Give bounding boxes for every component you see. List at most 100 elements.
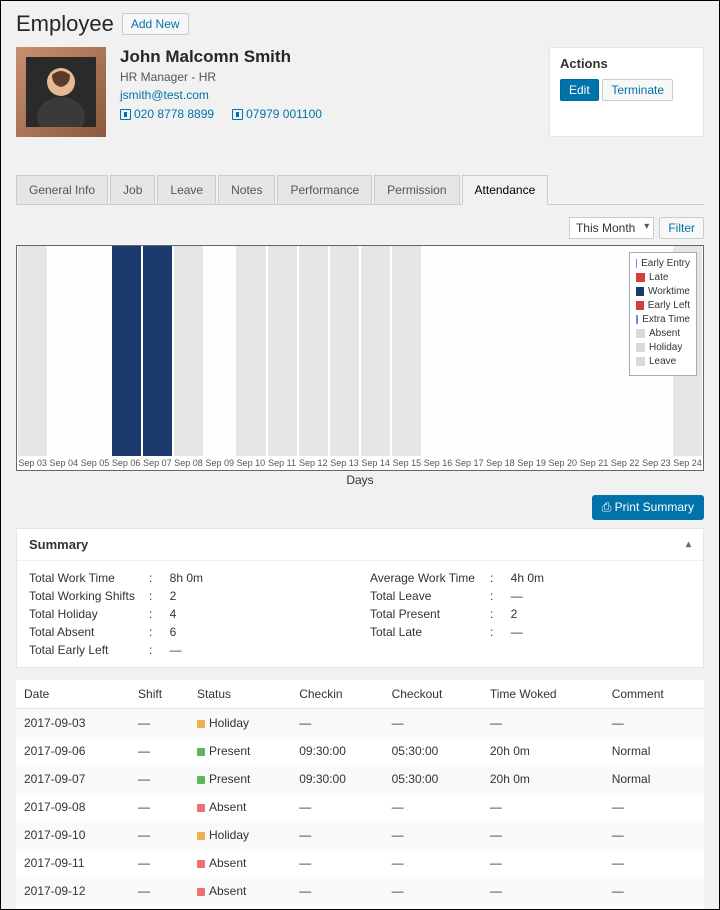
xaxis-tick: Sep 10	[235, 458, 266, 468]
legend-swatch	[636, 357, 645, 366]
tab-performance[interactable]: Performance	[277, 175, 372, 205]
table-header: Checkout	[384, 680, 482, 709]
chart-bar	[423, 246, 452, 456]
chart-bar	[486, 246, 515, 456]
legend-item: Holiday	[636, 342, 690, 353]
chart-bar	[361, 246, 390, 456]
employee-phone2-link[interactable]: 07979 001100	[246, 107, 322, 121]
status-dot	[197, 888, 205, 896]
status-dot	[197, 776, 205, 784]
summary-label: Total Holiday	[29, 607, 149, 621]
table-cell: —	[291, 877, 383, 905]
table-cell: —	[130, 737, 189, 765]
summary-row: Total Leave: —	[360, 587, 701, 605]
legend-label: Absent	[649, 328, 680, 339]
table-row: 2017-09-03—Holiday————	[16, 709, 704, 738]
legend-swatch	[636, 329, 645, 338]
table-cell: 2017-09-10	[16, 821, 130, 849]
employee-phone1-link[interactable]: 020 8778 8899	[134, 107, 214, 121]
table-cell: —	[291, 905, 383, 910]
chart-bar	[517, 246, 546, 456]
legend-swatch	[636, 273, 645, 282]
status-dot	[197, 832, 205, 840]
table-cell: —	[384, 709, 482, 738]
chart-legend: Early EntryLateWorktimeEarly LeftExtra T…	[629, 252, 697, 376]
table-cell: —	[482, 709, 604, 738]
chart-bar	[299, 246, 328, 456]
summary-value: 8h 0m	[163, 571, 203, 585]
xaxis-tick: Sep 08	[173, 458, 204, 468]
chart-bar	[236, 246, 265, 456]
table-cell: 2017-09-12	[16, 877, 130, 905]
summary-label: Total Working Shifts	[29, 589, 149, 603]
attendance-chart: Early EntryLateWorktimeEarly LeftExtra T…	[16, 245, 704, 471]
summary-row: Total Early Left: —	[19, 641, 360, 659]
table-cell: Normal	[604, 765, 704, 793]
table-cell: —	[604, 877, 704, 905]
chart-bar	[330, 246, 359, 456]
table-row: 2017-09-13—Absent————	[16, 905, 704, 910]
table-cell: —	[130, 765, 189, 793]
actions-title: Actions	[560, 56, 693, 71]
tab-leave[interactable]: Leave	[157, 175, 216, 205]
table-row: 2017-09-08—Absent————	[16, 793, 704, 821]
summary-row: Total Absent: 6	[19, 623, 360, 641]
table-header: Checkin	[291, 680, 383, 709]
table-cell: —	[384, 877, 482, 905]
terminate-button[interactable]: Terminate	[602, 79, 673, 101]
summary-row: Total Holiday: 4	[19, 605, 360, 623]
print-summary-button[interactable]: ⎙ Print Summary	[592, 495, 704, 520]
add-new-button[interactable]: Add New	[122, 13, 189, 35]
chart-bar	[392, 246, 421, 456]
xaxis-tick: Sep 14	[360, 458, 391, 468]
table-row: 2017-09-07—Present09:30:0005:30:0020h 0m…	[16, 765, 704, 793]
summary-value: —	[163, 643, 182, 657]
legend-swatch	[636, 259, 637, 268]
legend-item: Early Left	[636, 300, 690, 311]
employee-email-link[interactable]: jsmith@test.com	[120, 88, 209, 102]
tab-notes[interactable]: Notes	[218, 175, 275, 205]
tab-general-info[interactable]: General Info	[16, 175, 108, 205]
tab-job[interactable]: Job	[110, 175, 155, 205]
table-header: Comment	[604, 680, 704, 709]
table-cell: —	[130, 849, 189, 877]
edit-button[interactable]: Edit	[560, 79, 599, 101]
xaxis-tick: Sep 04	[48, 458, 79, 468]
summary-label: Total Early Left	[29, 643, 149, 657]
summary-title: Summary	[29, 537, 88, 552]
print-summary-label: Print Summary	[615, 500, 694, 514]
table-cell: —	[604, 905, 704, 910]
date-range-select[interactable]: This Month	[569, 217, 654, 239]
chart-bar	[455, 246, 484, 456]
summary-header[interactable]: Summary ▴	[17, 529, 703, 561]
tab-attendance[interactable]: Attendance	[462, 175, 549, 205]
filter-button[interactable]: Filter	[659, 217, 704, 239]
tab-permission[interactable]: Permission	[374, 175, 459, 205]
table-cell: 2017-09-08	[16, 793, 130, 821]
legend-swatch	[636, 315, 638, 324]
table-cell: —	[130, 709, 189, 738]
summary-value: 2	[504, 607, 517, 621]
summary-value: —	[504, 589, 523, 603]
table-cell: Holiday	[189, 709, 291, 738]
xaxis-tick: Sep 17	[454, 458, 485, 468]
summary-row: Average Work Time: 4h 0m	[360, 569, 701, 587]
summary-label: Average Work Time	[370, 571, 490, 585]
table-cell: —	[604, 793, 704, 821]
table-cell: Present	[189, 737, 291, 765]
status-dot	[197, 804, 205, 812]
xaxis-tick: Sep 20	[547, 458, 578, 468]
table-cell: 2017-09-07	[16, 765, 130, 793]
collapse-icon[interactable]: ▴	[686, 539, 691, 550]
chart-bar	[80, 246, 109, 456]
xaxis-tick: Sep 19	[516, 458, 547, 468]
table-cell: —	[604, 849, 704, 877]
avatar	[16, 47, 106, 137]
summary-card: Summary ▴ Total Work Time: 8h 0mTotal Wo…	[16, 528, 704, 668]
summary-row: Total Present: 2	[360, 605, 701, 623]
table-cell: Present	[189, 765, 291, 793]
table-cell: Holiday	[189, 821, 291, 849]
table-cell: 2017-09-06	[16, 737, 130, 765]
status-dot	[197, 860, 205, 868]
legend-swatch	[636, 301, 644, 310]
